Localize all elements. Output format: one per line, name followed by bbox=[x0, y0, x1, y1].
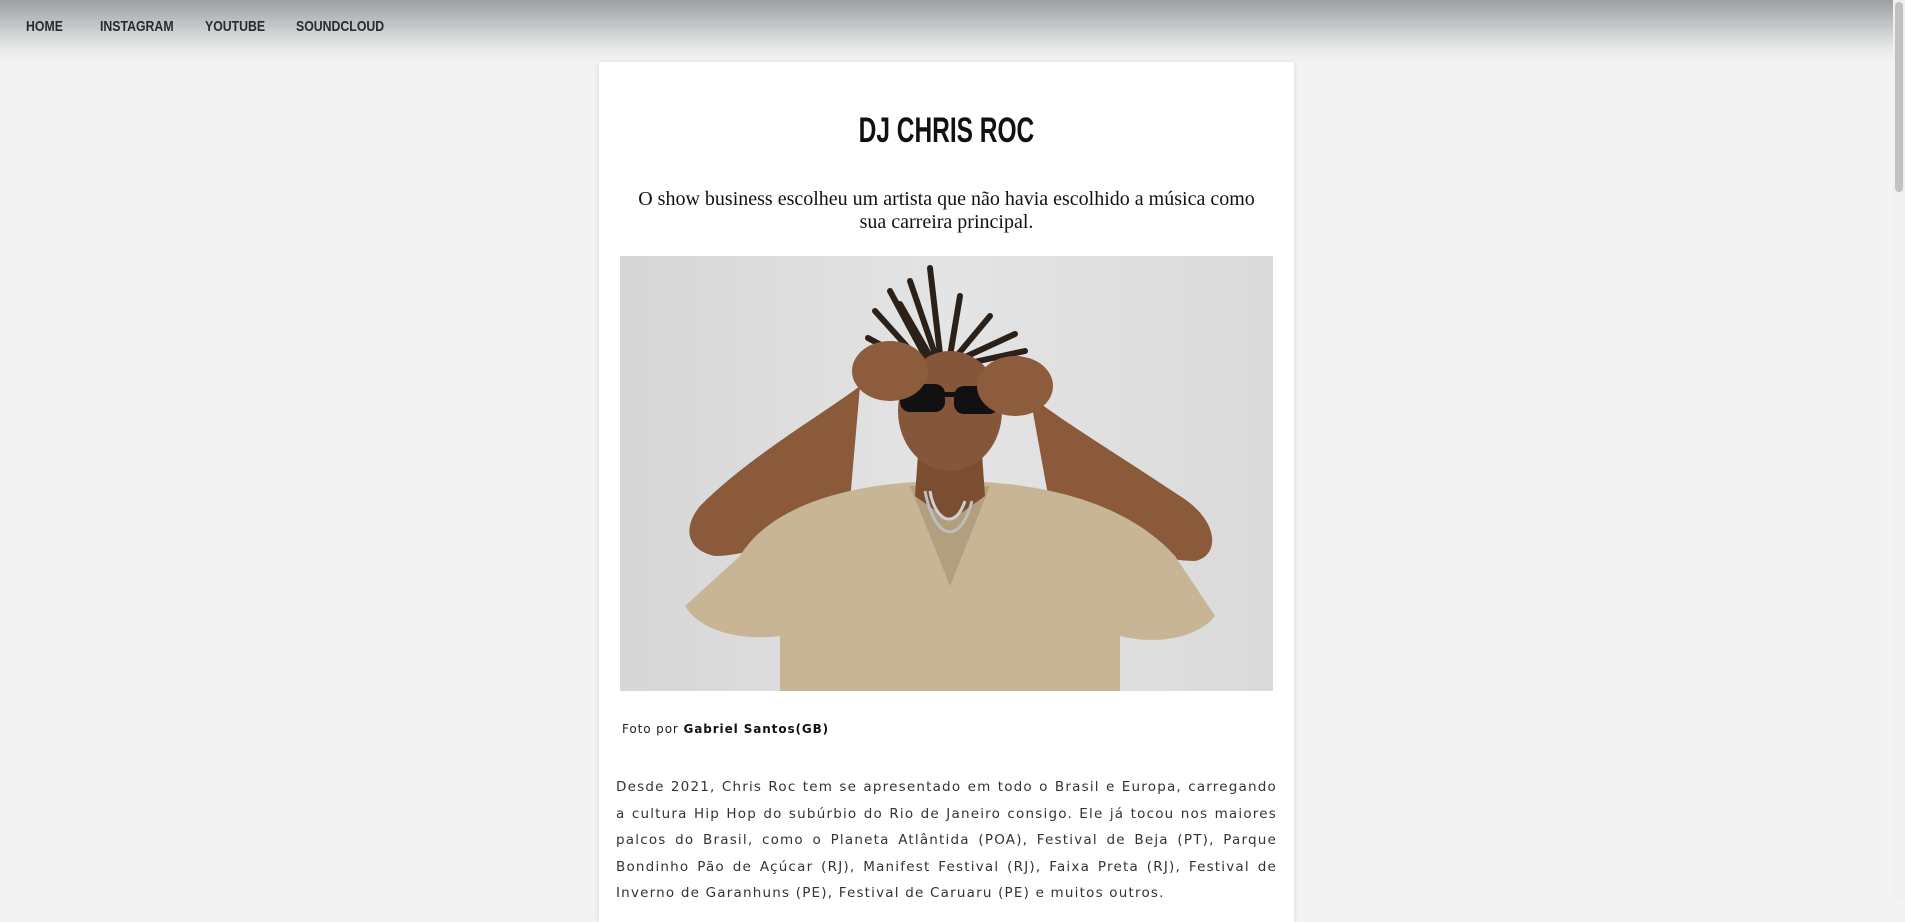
page-subtitle: O show business escolheu um artista que … bbox=[638, 188, 1255, 233]
photo-credit: Foto por Gabriel Santos(GB) bbox=[622, 722, 829, 736]
artist-photo-illustration bbox=[620, 256, 1273, 691]
photo-credit-prefix: Foto por bbox=[622, 722, 684, 736]
top-navigation-bar: HOME INSTAGRAM YOUTUBE SOUNDCLOUD bbox=[0, 0, 1905, 62]
artist-bio: Desde 2021, Chris Roc tem se apresentado… bbox=[616, 779, 1277, 902]
main-nav: HOME INSTAGRAM YOUTUBE SOUNDCLOUD bbox=[0, 17, 396, 37]
nav-link-youtube[interactable]: YOUTUBE bbox=[205, 17, 280, 37]
nav-link-soundcloud[interactable]: SOUNDCLOUD bbox=[296, 17, 384, 37]
page-title-text: DJ CHRIS ROC bbox=[858, 111, 1035, 150]
page-scrollbar[interactable] bbox=[1893, 0, 1905, 899]
photo-credit-author: Gabriel Santos(GB) bbox=[683, 722, 830, 736]
scrollbar-thumb[interactable] bbox=[1895, 2, 1903, 192]
page-title: DJ CHRIS ROC bbox=[599, 111, 1294, 151]
nav-link-instagram[interactable]: INSTAGRAM bbox=[100, 17, 186, 37]
content-card: DJ CHRIS ROC O show business escolheu um… bbox=[599, 62, 1294, 922]
nav-link-home[interactable]: HOME bbox=[26, 17, 87, 37]
artist-photo bbox=[620, 256, 1273, 691]
